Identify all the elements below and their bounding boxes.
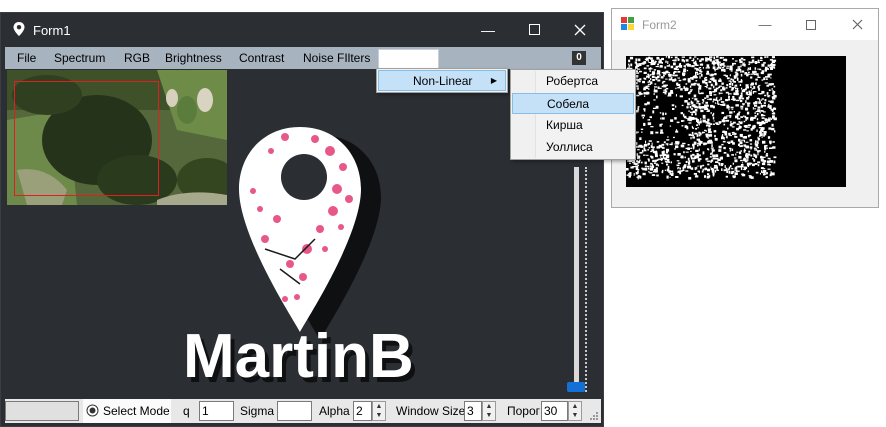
form1-titlebar[interactable]: Form1 —: [1, 13, 603, 46]
close-icon: [852, 19, 862, 30]
window-size-label: Window Size: [396, 404, 466, 418]
maximize-icon: [806, 19, 816, 30]
menubar: File Spectrum RGB Brightness Contrast No…: [5, 47, 601, 69]
spin-up-icon[interactable]: ▲: [486, 403, 493, 410]
non-linear-label: Non-Linear: [413, 74, 473, 88]
submenu-item-sobel[interactable]: Собела: [512, 93, 634, 114]
non-linear-submenu: Робертса Собела Кирша Уоллиса: [510, 69, 636, 160]
edge-detection-result-image[interactable]: [626, 56, 846, 187]
radio-checked-icon[interactable]: [86, 404, 99, 417]
select-mode-option[interactable]: Select Mode: [83, 399, 171, 423]
menu-spectrum[interactable]: Spectrum: [54, 51, 105, 65]
resize-grip-icon[interactable]: [589, 411, 599, 421]
window-size-input[interactable]: 3: [464, 401, 482, 421]
spin-down-icon[interactable]: ▼: [572, 412, 579, 419]
alpha-label: Alpha: [319, 404, 350, 418]
vertical-slider-thumb[interactable]: [567, 382, 585, 392]
submenu-item-kirsch[interactable]: Кирша: [512, 115, 634, 136]
alpha-input[interactable]: 2: [353, 401, 372, 421]
threshold-spinner[interactable]: ▲ ▼: [568, 401, 582, 421]
menu-filters-open[interactable]: [378, 49, 439, 69]
menu-counter: 0: [572, 51, 586, 65]
minimize-icon: —: [758, 17, 772, 32]
location-pin-icon: [13, 22, 25, 36]
close-button[interactable]: [557, 13, 603, 46]
close-icon: [574, 24, 586, 35]
window-size-spinner[interactable]: ▲ ▼: [482, 401, 496, 421]
submenu-item-wallis[interactable]: Уоллиса: [512, 137, 634, 158]
spin-up-icon[interactable]: ▲: [572, 403, 579, 410]
vertical-slider-ticks: [585, 167, 587, 392]
martinb-logo: MartinB MartinB: [183, 127, 418, 389]
form1-title: Form1: [33, 23, 71, 38]
spin-down-icon[interactable]: ▼: [376, 412, 383, 419]
menu-noise-filters[interactable]: Noise FIlters: [303, 51, 370, 65]
minimize-icon: —: [481, 21, 495, 38]
spin-down-icon[interactable]: ▼: [486, 412, 493, 419]
form2-window: Form2 —: [611, 8, 879, 208]
maximize-icon: [528, 24, 540, 35]
noise-filters-dropdown: Non-Linear ▶: [376, 68, 508, 93]
sigma-input[interactable]: [277, 401, 312, 421]
status-bar: Select Mode q 1 Sigma Alpha 2 ▲ ▼ Window …: [5, 399, 601, 423]
threshold-input[interactable]: 30: [541, 401, 568, 421]
submenu-item-label: Уоллиса: [546, 140, 593, 154]
edge-map-image: [626, 56, 777, 180]
form2-title: Form2: [642, 18, 677, 32]
menu-item-non-linear[interactable]: Non-Linear ▶: [378, 70, 506, 91]
submenu-item-roberts[interactable]: Робертса: [512, 71, 634, 92]
menu-contrast[interactable]: Contrast: [239, 51, 284, 65]
q-label: q: [183, 404, 190, 418]
menu-file[interactable]: File: [17, 51, 36, 65]
submenu-arrow-icon: ▶: [490, 76, 497, 85]
select-mode-label: Select Mode: [103, 404, 170, 418]
alpha-spinner[interactable]: ▲ ▼: [372, 401, 386, 421]
submenu-item-label: Кирша: [546, 118, 583, 132]
app-icon: [621, 17, 634, 30]
spin-up-icon[interactable]: ▲: [376, 403, 383, 410]
close-button[interactable]: [834, 9, 880, 40]
logo-text: MartinB: [183, 322, 414, 389]
form2-titlebar[interactable]: Form2 —: [612, 9, 878, 40]
sigma-label: Sigma: [240, 404, 275, 418]
minimize-button[interactable]: —: [742, 9, 788, 40]
submenu-item-label: Собела: [547, 97, 590, 111]
selection-rectangle[interactable]: [14, 81, 159, 196]
threshold-label: Порог: [507, 404, 541, 418]
menu-brightness[interactable]: Brightness: [165, 51, 222, 65]
menu-rgb[interactable]: RGB: [124, 51, 150, 65]
status-progress: [5, 401, 79, 421]
minimize-button[interactable]: —: [465, 13, 511, 46]
maximize-button[interactable]: [788, 9, 834, 40]
vertical-slider-track[interactable]: [574, 167, 579, 389]
submenu-item-label: Робертса: [546, 74, 599, 88]
q-input[interactable]: 1: [199, 401, 234, 421]
maximize-button[interactable]: [511, 13, 557, 46]
